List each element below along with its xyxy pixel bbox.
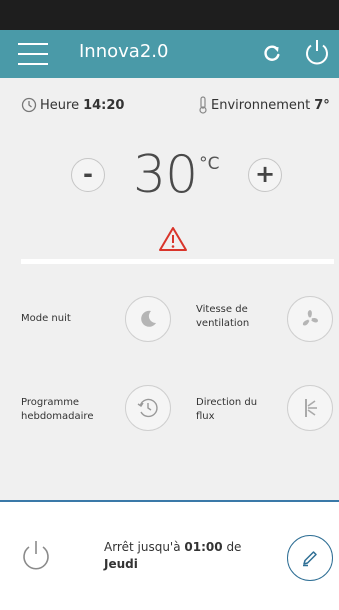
weekly-program-label: Programme hebdomadaire <box>21 397 94 422</box>
status-bar <box>0 0 339 30</box>
fan-speed-label: Vitesse de ventilation <box>196 304 250 329</box>
environment-value: 7° <box>314 97 330 113</box>
thermometer-icon <box>199 96 207 114</box>
time-value: 14:20 <box>83 97 125 113</box>
menu-icon[interactable] <box>18 42 48 66</box>
night-mode-label: Mode nuit <box>21 313 71 324</box>
flow-direction-button[interactable] <box>287 385 333 431</box>
schedule-text: Arrêt jusqu'à 01:00 de Jeudi <box>104 539 274 573</box>
night-mode-button[interactable] <box>125 296 171 342</box>
schedule-middle: de <box>226 540 242 554</box>
temperature-value: 30 <box>133 145 198 205</box>
temperature-display: 30 °C <box>133 142 243 212</box>
schedule-power-icon[interactable] <box>18 538 54 574</box>
environment-label: Environnement <box>211 97 311 113</box>
app-title: Innova2.0 <box>79 41 169 62</box>
schedule-clock-icon <box>137 398 158 418</box>
schedule-panel: Arrêt jusqu'à 01:00 de Jeudi <box>0 502 339 610</box>
time-label: Heure <box>40 97 80 113</box>
fan-icon <box>302 310 318 326</box>
pencil-icon <box>303 551 317 567</box>
minus-icon: - <box>83 159 93 188</box>
warning-icon <box>159 227 187 251</box>
airflow-icon <box>305 399 317 417</box>
schedule-prefix: Arrêt jusqu'à <box>104 540 181 554</box>
temperature-decrease-button[interactable]: - <box>71 158 105 192</box>
app-bar: Innova2.0 <box>0 30 339 78</box>
divider <box>21 259 334 264</box>
weekly-program-button[interactable] <box>125 385 171 431</box>
flow-direction-label: Direction du flux <box>196 397 258 422</box>
plus-icon: + <box>254 160 276 188</box>
edit-schedule-button[interactable] <box>287 535 333 581</box>
schedule-day: Jeudi <box>104 557 138 571</box>
temperature-unit: °C <box>199 154 220 174</box>
clock-icon <box>21 97 37 113</box>
fan-speed-button[interactable] <box>287 296 333 342</box>
time-info: Heure 14:20 <box>21 94 124 116</box>
power-icon[interactable] <box>301 37 333 69</box>
temperature-increase-button[interactable]: + <box>248 158 282 192</box>
moon-icon <box>141 310 156 327</box>
refresh-icon[interactable] <box>260 41 284 65</box>
schedule-time: 01:00 <box>184 540 223 554</box>
environment-info: Environnement 7° <box>198 94 330 116</box>
